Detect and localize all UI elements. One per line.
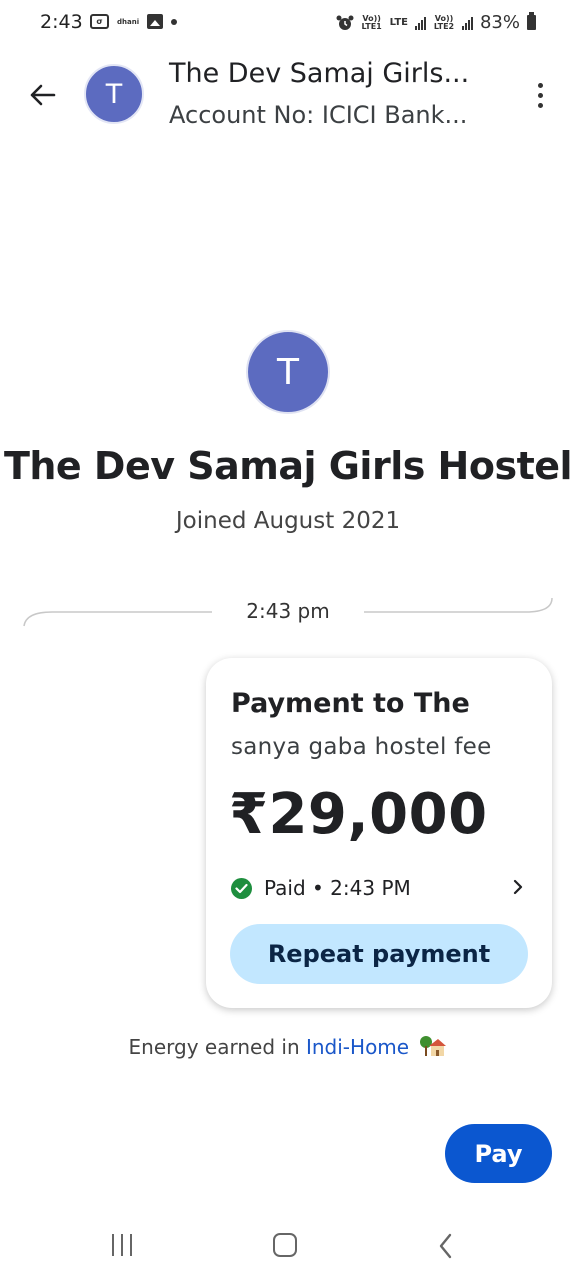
energy-earned: Energy earned in Indi-Home (0, 1034, 576, 1059)
energy-prefix: Energy earned in (128, 1035, 300, 1059)
timeline-time: 2:43 pm (213, 599, 363, 623)
arrow-left-icon (30, 84, 56, 106)
payment-note: sanya gaba hostel fee (231, 734, 492, 760)
payment-details-chevron[interactable] (509, 877, 527, 897)
payment-card[interactable]: Payment to The sanya gaba hostel fee ₹29… (206, 658, 552, 1008)
home-icon[interactable] (273, 1233, 297, 1257)
more-vert-dot (537, 92, 543, 98)
back-icon[interactable] (436, 1232, 456, 1260)
alarm-icon (336, 15, 354, 30)
check-circle-icon (231, 877, 252, 899)
header-avatar[interactable]: T (84, 64, 144, 124)
system-nav-bar (0, 1216, 576, 1280)
more-vert-icon (537, 82, 543, 88)
signal1-icon (414, 16, 426, 30)
repeat-payment-button[interactable]: Repeat payment (230, 924, 528, 984)
signal2-icon (461, 16, 473, 30)
battery-percent: 83% (479, 12, 520, 33)
payment-status: Paid • 2:43 PM (231, 876, 411, 900)
status-right-icons: Vo)) LTE1 LTE Vo)) LTE2 83% (336, 12, 536, 33)
more-vert-dot (537, 102, 543, 108)
pay-button[interactable]: Pay (445, 1124, 552, 1183)
status-time: 2:43 (40, 11, 83, 33)
profile-avatar[interactable]: T (246, 330, 330, 414)
profile-name: The Dev Samaj Girls Hostel (3, 444, 573, 488)
payment-title: Payment to The (231, 688, 470, 719)
volte2-label: Vo)) LTE2 (433, 13, 455, 31)
chevron-right-icon (513, 879, 523, 895)
house-with-tree-icon (420, 1036, 447, 1056)
profile-joined: Joined August 2021 (175, 508, 401, 534)
gallery-notification-icon (147, 14, 164, 29)
lte-label: LTE (389, 16, 408, 28)
payment-amount: ₹29,000 (229, 782, 488, 847)
notification-app-icon: σ (90, 14, 109, 29)
indi-home-link[interactable]: Indi-Home (306, 1035, 409, 1059)
payment-status-text: Paid • 2:43 PM (264, 876, 411, 900)
battery-icon (527, 12, 536, 30)
back-button[interactable] (22, 78, 62, 112)
header-title[interactable]: The Dev Samaj Girls... (169, 58, 509, 89)
status-left-icons: σ dhani (90, 14, 178, 29)
dhani-notification-icon: dhani (117, 17, 140, 26)
more-options-button[interactable] (528, 80, 552, 110)
volte1-label: Vo)) LTE1 (361, 13, 382, 31)
recents-icon[interactable] (112, 1234, 132, 1256)
status-bar: 2:43 σ dhani Vo)) LTE1 LTE Vo)) LTE2 83% (0, 0, 576, 48)
more-notifications-dot-icon (171, 18, 178, 25)
header-subtitle[interactable]: Account No: ICICI Bank... (169, 101, 509, 129)
